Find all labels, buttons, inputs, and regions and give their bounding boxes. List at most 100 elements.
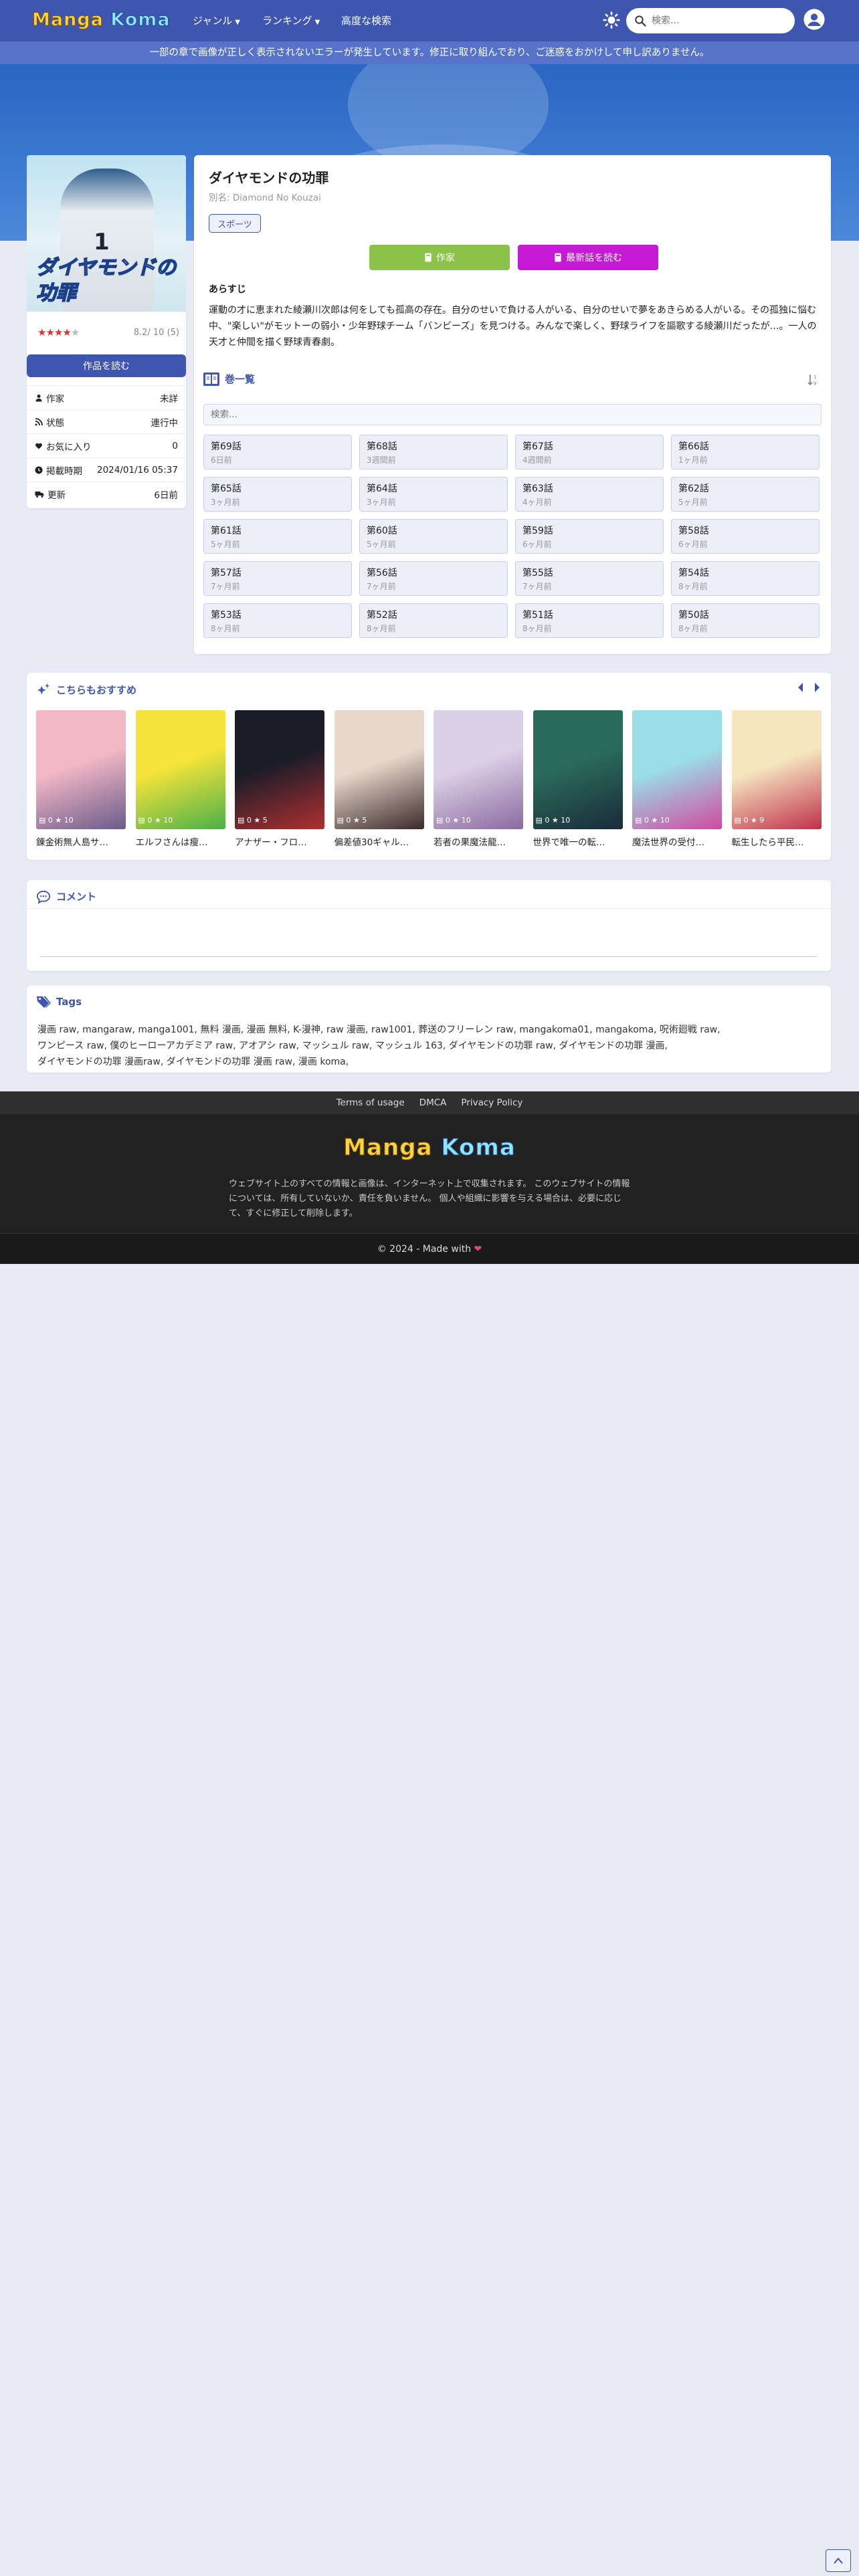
chapter-name: 第63話 [522,484,553,494]
genre-tag-sports[interactable]: スポーツ [209,214,261,233]
recommend-title[interactable]: 転生したら平民… [732,835,822,848]
privacy-link[interactable]: Privacy Policy [461,1097,522,1108]
recommend-title[interactable]: 若者の果魔法龍… [434,835,523,848]
recommend-card[interactable]: ▤ 0 ★ 10 魔法世界の受付… [632,710,722,855]
comment-section: コメント [27,880,831,971]
chapter-item[interactable]: 第69話 6日前 [203,435,352,469]
chapter-item[interactable]: 第62話 5ヶ月前 [671,477,820,512]
chapter-name: 第62話 [678,484,709,494]
chapter-item[interactable]: 第55話 7ヶ月前 [515,561,664,596]
chapter-name: 第59話 [522,526,553,536]
recommend-title[interactable]: エルフさんは瘦… [136,835,225,848]
recommend-cover-image: ▤ 0 ★ 9 [731,710,822,829]
recommend-card[interactable]: ▤ 0 ★ 10 世界で唯一の転… [533,710,623,855]
chapter-item[interactable]: 第63話 4ヶ月前 [515,477,664,512]
manga-alt-title: 別名: Diamond No Kouzai [209,193,321,203]
manga-title: ダイヤモンドの功罪 [209,170,329,186]
rss-icon [35,417,43,425]
book-open-icon [203,372,219,386]
chapter-item[interactable]: 第65話 3ヶ月前 [203,477,352,512]
recommend-title[interactable]: 魔法世界の受付… [632,835,722,848]
chapter-name: 第51話 [522,610,553,621]
user-account-button[interactable] [803,8,826,31]
chapter-name: 第55話 [522,568,553,578]
chapter-item[interactable]: 第61話 5ヶ月前 [203,519,352,554]
chapter-date: 3ヶ月前 [211,498,240,507]
user-circle-icon [803,9,825,30]
chapter-date: 6ヶ月前 [522,540,552,549]
chevron-up-icon [834,2557,843,2564]
chapter-name: 第64話 [367,484,397,494]
chapter-item[interactable]: 第58話 6ヶ月前 [671,519,820,554]
nav-genre[interactable]: ジャンル ▼ [193,13,240,27]
author-button[interactable]: 作家 [369,245,510,270]
next-arrow-icon[interactable] [814,682,822,693]
recommend-card[interactable]: ▤ 0 ★ 5 アナザー・フロ… [235,710,324,855]
chapter-item[interactable]: 第68話 3週間前 [359,435,508,469]
chapter-date: 8ヶ月前 [211,624,240,633]
caret-down-icon: ▼ [235,19,240,26]
recommend-title[interactable]: 偏差値30ギャル… [335,835,424,848]
top-navbar: Manga Koma ジャンル ▼ ランキング ▼ 高度な検索 [0,0,859,41]
recommend-card[interactable]: ▤ 0 ★ 10 若者の果魔法龍… [434,710,523,855]
read-latest-button[interactable]: 最新話を読む [518,245,658,270]
recommend-card[interactable]: ▤ 0 ★ 10 エルフさんは瘦… [135,710,225,855]
theme-toggle-button[interactable] [601,9,622,31]
chapter-item[interactable]: 第57話 7ヶ月前 [203,561,352,596]
nav-advanced-search[interactable]: 高度な検索 [341,13,391,27]
chapter-name: 第54話 [678,568,709,578]
manga-cover-image: 1 ダイヤモンドの功罪 [27,155,186,312]
chapter-item[interactable]: 第67話 4週間前 [515,435,664,469]
chapter-item[interactable]: 第54話 8ヶ月前 [671,561,820,596]
recommend-stats: ▤ 0 ★ 5 [337,816,367,825]
recommend-cover-image: ▤ 0 ★ 10 [632,710,722,829]
svg-text:9: 9 [814,381,816,387]
dmca-link[interactable]: DMCA [419,1097,447,1108]
chapter-date: 7ヶ月前 [522,582,552,591]
chapter-date: 8ヶ月前 [678,582,708,591]
back-to-top-button[interactable] [826,2549,851,2572]
recommend-card[interactable]: ▤ 0 ★ 5 偏差値30ギャル… [334,710,424,855]
chapter-item[interactable]: 第64話 3ヶ月前 [359,477,508,512]
chapter-item[interactable]: 第51話 8ヶ月前 [515,603,664,638]
recommend-title[interactable]: アナザー・フロ… [235,835,324,848]
footer: Manga Koma ウェブサイト上のすべての情報と画像は、インターネット上で収… [0,1114,859,1233]
chapter-name: 第69話 [211,441,242,452]
chapter-item[interactable]: 第50話 8ヶ月前 [671,603,820,638]
info-published: 掲載時期 2024/01/16 05:37 [27,457,186,481]
nav-ranking[interactable]: ランキング ▼ [262,13,320,27]
read-manga-button[interactable]: 作品を読む [27,354,186,377]
recommend-card[interactable]: ▤ 0 ★ 10 錬金術無人島サ… [36,710,126,855]
search-icon[interactable] [634,15,646,27]
recommend-title[interactable]: 錬金術無人島サ… [36,835,126,848]
chapter-name: 第50話 [678,610,709,621]
terms-link[interactable]: Terms of usage [337,1097,405,1108]
manga-info-card: ★★★★★ 8.2/ 10 (5) 作品を読む 作家 未詳 状態 連行中 お気に… [27,312,186,508]
chapter-search-input[interactable] [211,405,799,425]
site-logo[interactable]: Manga Koma [32,9,171,31]
chapter-item[interactable]: 第52話 8ヶ月前 [359,603,508,638]
truck-icon [35,491,44,498]
recommend-card[interactable]: ▤ 0 ★ 9 転生したら平民… [731,710,822,855]
book-icon [555,253,561,262]
chapter-item[interactable]: 第66話 1ヶ月前 [671,435,820,469]
caret-down-icon: ▼ [314,19,320,26]
chapter-name: 第56話 [367,568,397,578]
prev-arrow-icon[interactable] [796,682,804,693]
sun-icon [603,11,620,29]
chapter-item[interactable]: 第60話 5ヶ月前 [359,519,508,554]
chapter-item[interactable]: 第59話 6ヶ月前 [515,519,664,554]
chapter-item[interactable]: 第56話 7ヶ月前 [359,561,508,596]
recommend-title[interactable]: 世界で唯一の転… [533,835,623,848]
chapter-name: 第67話 [522,441,553,452]
sort-order-button[interactable]: 19 [807,373,822,389]
recommend-stats: ▤ 0 ★ 10 [635,816,670,825]
recommend-cover-image: ▤ 0 ★ 10 [36,710,126,829]
user-icon [35,394,42,401]
recommend-heading: こちらもおすすめ [36,682,136,697]
chapter-name: 第57話 [211,568,242,578]
chapter-date: 3週間前 [367,455,396,465]
footer-logo[interactable]: Manga Koma [0,1134,859,1162]
chapter-item[interactable]: 第53話 8ヶ月前 [203,603,352,638]
search-input[interactable] [652,15,779,26]
